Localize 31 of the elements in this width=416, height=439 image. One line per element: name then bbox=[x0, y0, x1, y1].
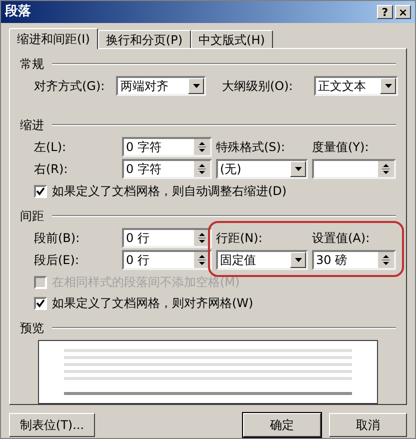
tab[interactable]: 中文版式(H) bbox=[190, 30, 273, 48]
spinner-arrows-icon[interactable] bbox=[378, 252, 394, 268]
field-label: 特殊格式(S): bbox=[216, 139, 286, 156]
checkbox[interactable] bbox=[34, 184, 47, 198]
spinner-arrows-icon[interactable] bbox=[194, 139, 210, 156]
spinner-arrows-icon[interactable] bbox=[378, 161, 394, 178]
field-label: 左(L): bbox=[34, 139, 68, 156]
checkbox[interactable] bbox=[34, 296, 47, 310]
section-heading: 预览 bbox=[20, 320, 44, 338]
field-label: 对齐方式(G): bbox=[34, 78, 106, 95]
ok-button[interactable]: 确定 bbox=[243, 413, 321, 437]
tab[interactable]: 换行和分页(P) bbox=[98, 30, 191, 48]
section-heading: 缩进 bbox=[20, 117, 44, 134]
checkbox-label: 如果定义了文档网格，则对齐网格(W) bbox=[52, 295, 254, 312]
help-button[interactable]: ? bbox=[377, 5, 393, 19]
field-label: 段前(B): bbox=[34, 230, 81, 248]
checkbox-label: 如果定义了文档网格，则自动调整右缩进(D) bbox=[52, 183, 287, 200]
field-label: 段后(E): bbox=[34, 252, 80, 270]
field-label: 行距(N): bbox=[216, 230, 264, 248]
field-label: 右(R): bbox=[34, 161, 69, 178]
section-heading: 常规 bbox=[20, 56, 44, 73]
window-title: 段落 bbox=[5, 3, 31, 22]
tab[interactable]: 缩进和间距(I) bbox=[9, 28, 98, 49]
tabs-button[interactable]: 制表位(T)... bbox=[9, 413, 95, 437]
field-label: 设置值(A): bbox=[312, 230, 371, 248]
cancel-button[interactable]: 取消 bbox=[329, 413, 407, 437]
field-label: 度量值(Y): bbox=[312, 139, 370, 156]
close-button[interactable]: × bbox=[395, 5, 411, 19]
section-heading: 间距 bbox=[20, 208, 44, 226]
field-label: 大纲级别(O): bbox=[222, 78, 294, 95]
spinner-arrows-icon[interactable] bbox=[194, 161, 210, 178]
